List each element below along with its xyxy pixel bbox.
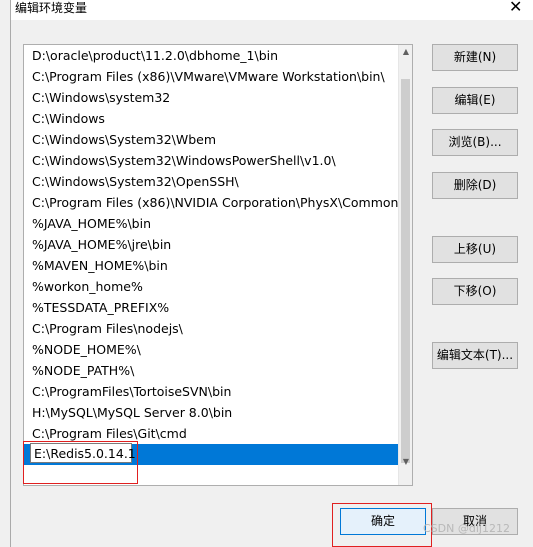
list-item[interactable]: C:\Windows\System32\OpenSSH\: [24, 171, 398, 192]
path-list[interactable]: E:\Redis5.0.14.1 D:\oracle\product\11.2.…: [23, 44, 413, 486]
title-bar: 编辑环境变量 ✕: [11, 0, 533, 20]
vertical-scrollbar[interactable]: ▲ ▼: [398, 45, 412, 485]
new-button[interactable]: 新建(N): [432, 44, 518, 71]
dialog-title: 编辑环境变量: [15, 1, 88, 15]
scroll-down-icon[interactable]: ▼: [399, 455, 412, 469]
list-item[interactable]: C:\Windows: [24, 108, 398, 129]
edit-text-button[interactable]: 编辑文本(T)...: [432, 342, 518, 369]
list-item[interactable]: C:\Windows\system32: [24, 87, 398, 108]
list-item[interactable]: C:\ProgramFiles\TortoiseSVN\bin: [24, 381, 398, 402]
list-item[interactable]: %JAVA_HOME%\jre\bin: [24, 234, 398, 255]
list-item[interactable]: H:\MySQL\MySQL Server 8.0\bin: [24, 402, 398, 423]
list-item[interactable]: %NODE_HOME%\: [24, 339, 398, 360]
move-up-button[interactable]: 上移(U): [432, 236, 518, 263]
edit-env-variable-dialog: 编辑环境变量 ✕ E:\Redis5.0.14.1 D:\oracle\prod…: [10, 0, 533, 547]
delete-button[interactable]: 删除(D): [432, 172, 518, 199]
close-icon[interactable]: ✕: [509, 0, 522, 16]
highlight-box-entry: [23, 441, 138, 484]
scroll-up-icon[interactable]: ▲: [399, 45, 412, 59]
list-item[interactable]: D:\oracle\product\11.2.0\dbhome_1\bin: [24, 45, 398, 66]
list-item[interactable]: C:\Program Files\nodejs\: [24, 318, 398, 339]
edit-button[interactable]: 编辑(E): [432, 87, 518, 114]
watermark: CSDN @dlj1212: [423, 522, 510, 535]
list-item[interactable]: %MAVEN_HOME%\bin: [24, 255, 398, 276]
scroll-thumb[interactable]: [401, 79, 410, 463]
list-item[interactable]: C:\Windows\System32\Wbem: [24, 129, 398, 150]
list-item[interactable]: %workon_home%: [24, 276, 398, 297]
browse-button[interactable]: 浏览(B)...: [432, 129, 518, 156]
highlight-box-ok: [332, 503, 432, 547]
move-down-button[interactable]: 下移(O): [432, 278, 518, 305]
list-item[interactable]: %NODE_PATH%\: [24, 360, 398, 381]
list-item[interactable]: C:\Program Files (x86)\NVIDIA Corporatio…: [24, 192, 398, 213]
list-item[interactable]: %JAVA_HOME%\bin: [24, 213, 398, 234]
list-item[interactable]: %TESSDATA_PREFIX%: [24, 297, 398, 318]
list-item[interactable]: C:\Program Files (x86)\VMware\VMware Wor…: [24, 66, 398, 87]
list-item[interactable]: C:\Windows\System32\WindowsPowerShell\v1…: [24, 150, 398, 171]
